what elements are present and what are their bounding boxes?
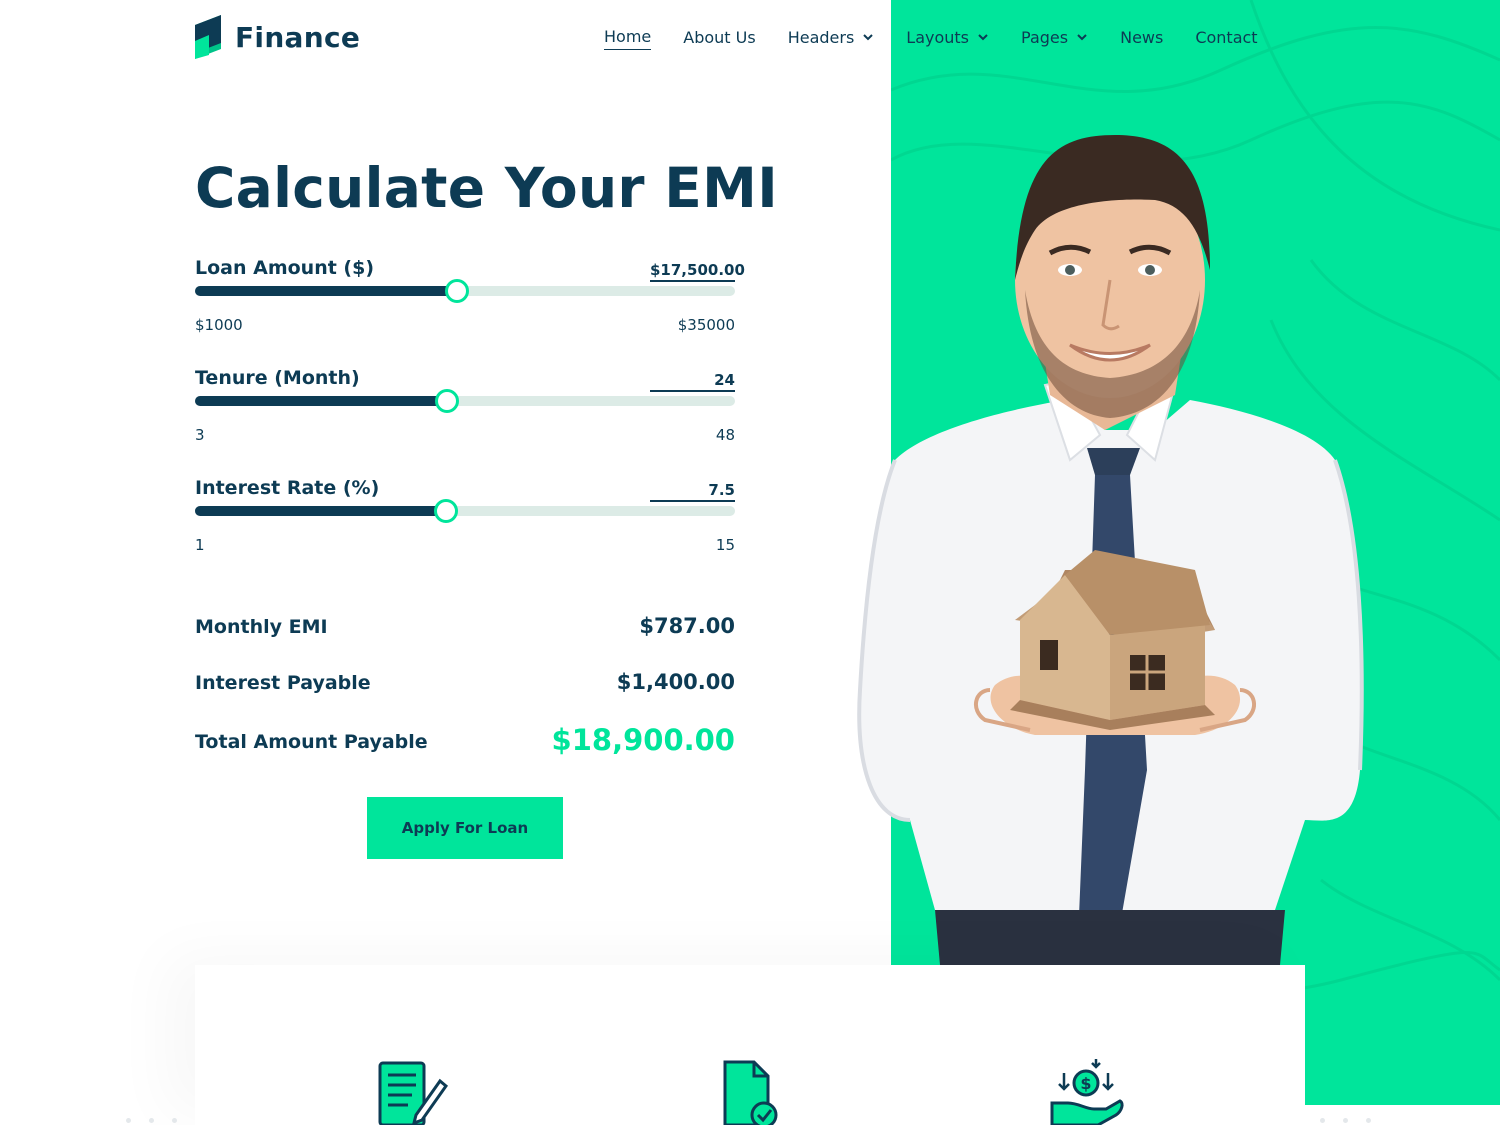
file-check-icon <box>723 1060 778 1125</box>
apply-for-loan-button[interactable]: Apply For Loan <box>367 797 563 859</box>
total-amount-value: $18,900.00 <box>551 723 735 757</box>
features-card: $ <box>195 965 1305 1125</box>
tenure-field: Tenure (Month) 24 3 48 <box>195 367 735 467</box>
loan-amount-min: $1000 <box>195 316 243 334</box>
interest-payable-label: Interest Payable <box>195 672 371 694</box>
nav-news-label: News <box>1120 27 1164 47</box>
decorative-dots-left <box>126 1118 177 1123</box>
interest-rate-field: Interest Rate (%) 7.5 1 15 <box>195 477 735 577</box>
nav-headers[interactable]: Headers <box>788 24 875 50</box>
businessman-holding-house-image <box>857 135 1364 965</box>
chevron-down-icon <box>863 34 873 41</box>
loan-amount-field: Loan Amount ($) $17,500.00 $1000 $35000 <box>195 257 745 357</box>
monthly-emi-label: Monthly EMI <box>195 616 328 638</box>
tenure-max: 48 <box>715 426 735 444</box>
tenure-slider[interactable] <box>195 389 735 413</box>
slider-fill <box>195 506 446 516</box>
nav-about-us[interactable]: About Us <box>683 24 755 50</box>
total-amount-label: Total Amount Payable <box>195 731 428 753</box>
monthly-emi-row: Monthly EMI $787.00 <box>195 606 735 646</box>
slider-fill <box>195 286 457 296</box>
interest-rate-min: 1 <box>195 536 205 554</box>
brand-logo[interactable]: Finance <box>195 15 360 59</box>
nav-pages[interactable]: Pages <box>1021 24 1088 50</box>
chevron-down-icon <box>1077 34 1087 41</box>
monthly-emi-value: $787.00 <box>639 614 735 638</box>
slider-handle[interactable] <box>435 389 460 413</box>
tenure-label: Tenure (Month) <box>195 367 360 389</box>
interest-rate-slider[interactable] <box>195 499 735 523</box>
tenure-input[interactable]: 24 <box>650 371 735 392</box>
nav-contact-label: Contact <box>1195 27 1258 47</box>
loan-amount-label: Loan Amount ($) <box>195 257 375 279</box>
interest-payable-row: Interest Payable $1,400.00 <box>195 662 735 702</box>
interest-rate-max: 15 <box>715 536 735 554</box>
interest-rate-input[interactable]: 7.5 <box>650 481 735 502</box>
nav-home[interactable]: Home <box>604 24 652 50</box>
nav-home-label: Home <box>604 27 652 46</box>
nav-layouts[interactable]: Layouts <box>906 24 989 50</box>
slider-handle[interactable] <box>444 279 469 303</box>
interest-payable-value: $1,400.00 <box>616 670 735 694</box>
slider-fill <box>195 396 448 406</box>
chevron-down-icon <box>978 34 988 41</box>
svg-text:$: $ <box>1080 1074 1091 1093</box>
main-nav: Home About Us Headers Layouts Pages News… <box>604 24 1258 50</box>
finance-logo-icon <box>195 15 221 59</box>
nav-about-label: About Us <box>683 27 756 47</box>
total-amount-row: Total Amount Payable $18,900.00 <box>195 721 735 761</box>
page-title: Calculate Your EMI <box>195 156 778 220</box>
nav-layouts-label: Layouts <box>906 27 970 47</box>
loan-amount-input[interactable]: $17,500.00 <box>650 261 745 282</box>
nav-contact[interactable]: Contact <box>1195 24 1257 50</box>
nav-news[interactable]: News <box>1120 24 1163 50</box>
brand-name: Finance <box>235 20 361 54</box>
loan-amount-slider[interactable] <box>195 279 735 303</box>
nav-headers-label: Headers <box>787 27 855 47</box>
tenure-min: 3 <box>195 426 205 444</box>
interest-rate-label: Interest Rate (%) <box>195 477 380 499</box>
decorative-dots-right <box>1320 1118 1371 1123</box>
money-hand-icon: $ <box>1050 1059 1124 1125</box>
loan-amount-max: $35000 <box>677 316 735 334</box>
document-pen-icon <box>378 1061 448 1125</box>
slider-handle[interactable] <box>433 499 458 523</box>
nav-pages-label: Pages <box>1021 27 1069 47</box>
